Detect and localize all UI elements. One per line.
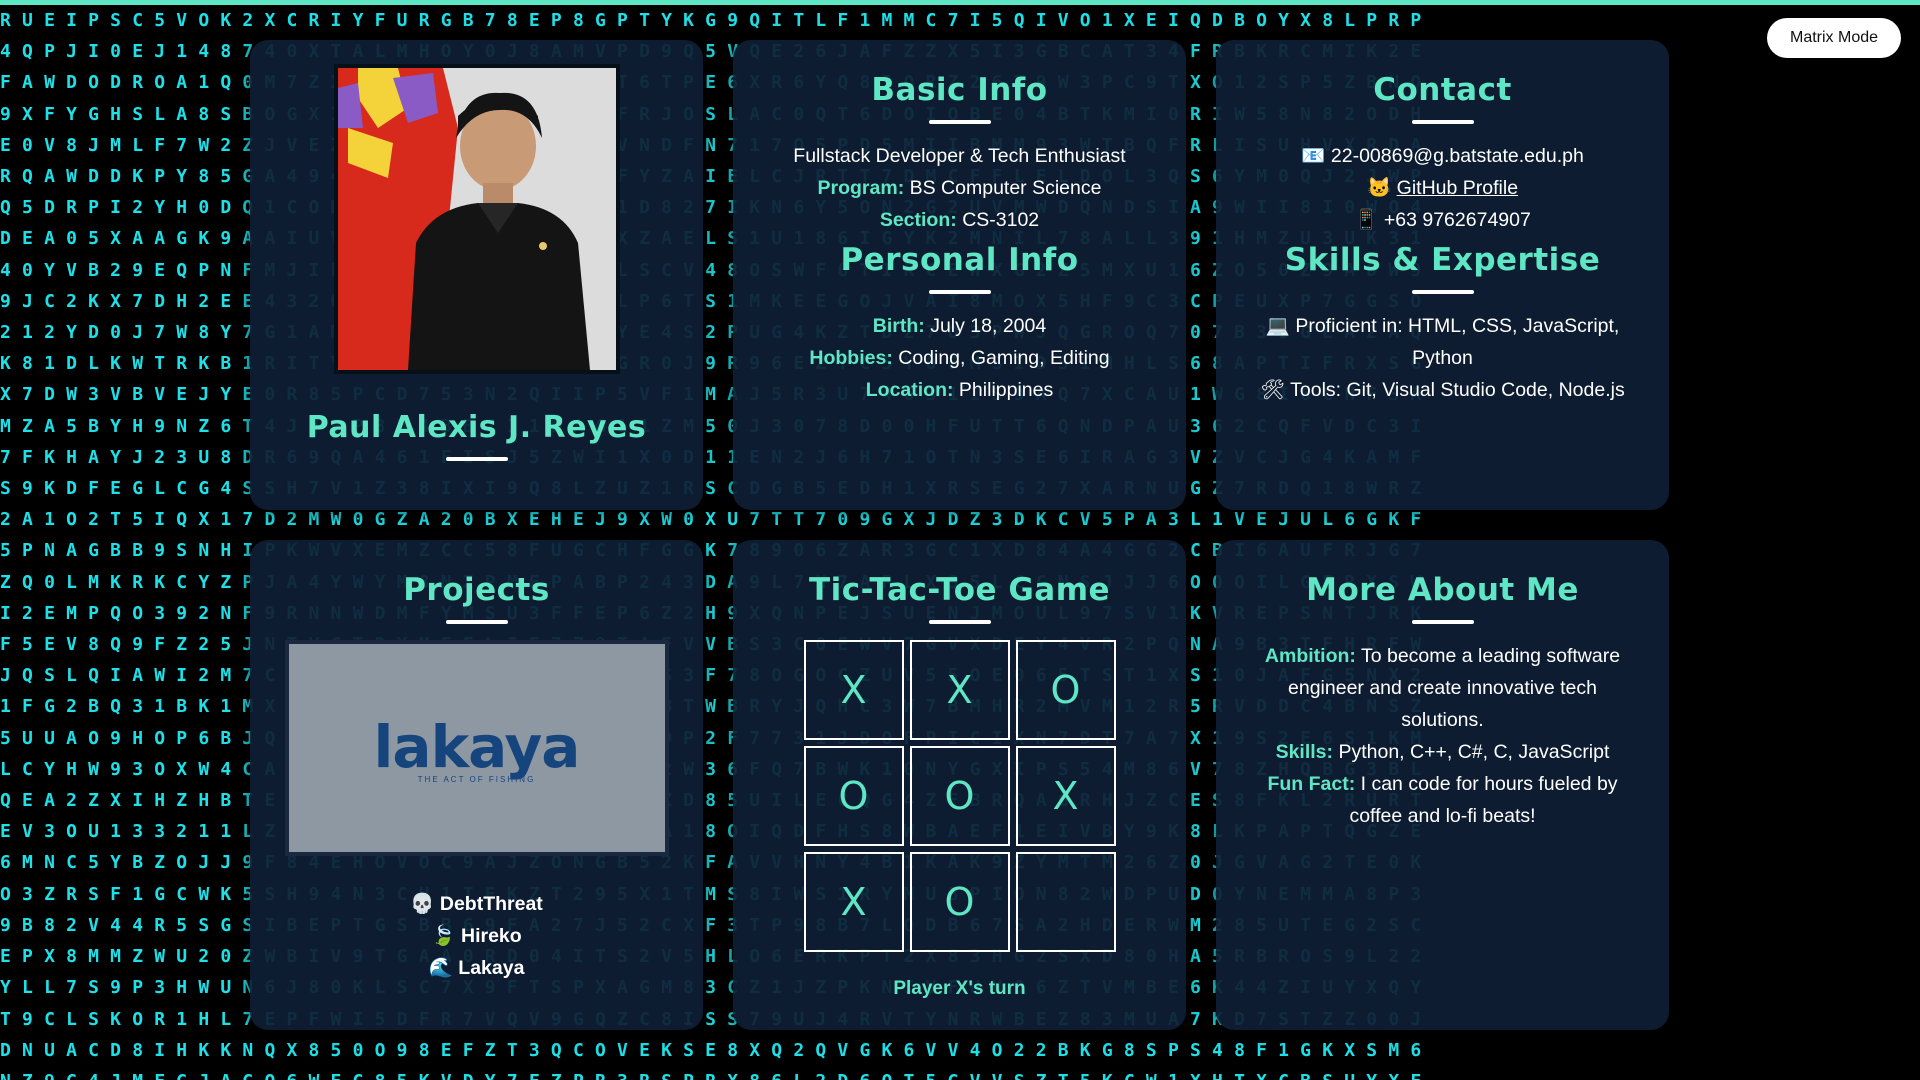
lakaya-logo: lakaya: [373, 712, 581, 781]
skills-label: Skills:: [1275, 741, 1334, 763]
leaf-icon: 🍃: [431, 925, 456, 947]
email-row: 📧 22-00869@g.batstate.edu.ph: [1216, 140, 1669, 172]
board-cell[interactable]: X: [803, 640, 904, 740]
contact-card: Contact 📧 22-00869@g.batstate.edu.ph 🐱 G…: [1216, 40, 1669, 510]
profile-photo-illustration: [337, 68, 616, 370]
board-cell[interactable]: X: [909, 640, 1010, 740]
heading-underline: [1411, 120, 1474, 124]
more-about-card: More About Me Ambition: To become a lead…: [1216, 540, 1669, 1030]
section-value: CS-3102: [962, 209, 1040, 231]
project-item-debtthreat[interactable]: 💀 DebtThreat: [250, 888, 703, 920]
projects-card: Projects lakaya THE ACT OF FISHING 💀 Deb…: [250, 540, 703, 1030]
project-label: DebtThreat: [439, 893, 543, 915]
project-label: Lakaya: [458, 957, 525, 979]
board-cell[interactable]: O: [909, 852, 1010, 952]
skills-title: Skills & Expertise: [1284, 242, 1601, 278]
matrix-mode-button[interactable]: Matrix Mode: [1767, 18, 1901, 58]
birth-row: Birth: July 18, 2004: [733, 310, 1186, 342]
section-label: Section:: [879, 209, 957, 231]
project-item-lakaya[interactable]: 🌊 Lakaya: [250, 952, 703, 984]
skills-text: Python, C++, C#, C, JavaScript: [1338, 741, 1610, 763]
phone-row: 📱 +63 9762674907: [1216, 204, 1669, 236]
ambition-text: To become a leading software: [1360, 645, 1621, 667]
profile-name: Paul Alexis J. Reyes: [306, 410, 647, 445]
wave-icon: 🌊: [428, 957, 453, 979]
fun-fact-row-cont: coffee and lo-fi beats!: [1349, 805, 1536, 827]
laptop-icon: 💻: [1265, 315, 1290, 337]
profile-card: Paul Alexis J. Reyes: [250, 40, 703, 510]
skills-row: Skills: Python, C++, C#, C, JavaScript: [1216, 736, 1669, 768]
board-cell[interactable]: X: [803, 852, 904, 952]
birth-label: Birth:: [872, 315, 925, 337]
game-title: Tic-Tac-Toe Game: [808, 572, 1111, 608]
birth-value: July 18, 2004: [930, 315, 1047, 337]
ambition-label: Ambition:: [1264, 645, 1356, 667]
projects-title: Projects: [403, 572, 550, 608]
tagline: Fullstack Developer & Tech Enthusiast: [793, 145, 1126, 167]
cards-grid: Paul Alexis J. Reyes Basic Info Fullstac…: [250, 40, 1670, 1030]
profile-photo: [333, 64, 620, 374]
ambition-row-cont: engineer and create innovative tech: [1288, 677, 1597, 699]
phone-icon: 📱: [1354, 209, 1379, 231]
heading-underline: [445, 620, 508, 624]
project-item-hireko[interactable]: 🍃 Hireko: [250, 920, 703, 952]
project-list: 💀 DebtThreat 🍃 Hireko 🌊 Lakaya: [250, 888, 703, 984]
heading-underline: [445, 457, 508, 461]
section-row: Section: CS-3102: [733, 204, 1186, 236]
basic-info-card: Basic Info Fullstack Developer & Tech En…: [733, 40, 1186, 510]
github-profile-link[interactable]: GitHub Profile: [1397, 177, 1518, 199]
tic-tac-toe-card: Tic-Tac-Toe Game X X O O O X X O Player …: [733, 540, 1186, 1030]
heading-underline: [1411, 620, 1474, 624]
board-cell[interactable]: [1015, 852, 1116, 952]
proficient-row-cont: Python: [1412, 347, 1473, 369]
fun-fact-row: Fun Fact: I can code for hours fueled by: [1216, 768, 1669, 800]
board-cell[interactable]: O: [803, 746, 904, 846]
cat-icon: 🐱: [1366, 177, 1392, 199]
fun-fact-text: I can code for hours fueled by: [1360, 773, 1618, 795]
location-row: Location: Philippines: [733, 374, 1186, 406]
hobbies-value: Coding, Gaming, Editing: [898, 347, 1110, 369]
tools-text: Tools: Git, Visual Studio Code, Node.js: [1290, 379, 1625, 401]
project-preview-image[interactable]: lakaya THE ACT OF FISHING: [284, 640, 669, 856]
board-cell[interactable]: O: [909, 746, 1010, 846]
email-icon: 📧: [1301, 145, 1326, 167]
heading-underline: [1411, 290, 1474, 294]
hobbies-row: Hobbies: Coding, Gaming, Editing: [733, 342, 1186, 374]
heading-underline: [928, 120, 991, 124]
proficient-text: Proficient in: HTML, CSS, JavaScript,: [1295, 315, 1620, 337]
project-label: Hireko: [461, 925, 522, 947]
tools-row: 🛠 Tools: Git, Visual Studio Code, Node.j…: [1216, 374, 1669, 406]
fun-fact-label: Fun Fact:: [1267, 773, 1356, 795]
github-row: 🐱 GitHub Profile: [1216, 172, 1669, 204]
email-value: 22-00869@g.batstate.edu.ph: [1330, 145, 1584, 167]
board-cell[interactable]: X: [1015, 746, 1116, 846]
proficient-row: 💻 Proficient in: HTML, CSS, JavaScript,: [1216, 310, 1669, 342]
program-label: Program:: [817, 177, 905, 199]
ambition-row-cont: solutions.: [1401, 709, 1484, 731]
lakaya-logo-tagline: THE ACT OF FISHING: [417, 774, 536, 784]
skull-icon: 💀: [410, 893, 435, 915]
game-board: X X O O O X X O: [733, 640, 1186, 952]
heading-underline: [928, 620, 991, 624]
heading-underline: [928, 290, 991, 294]
hobbies-label: Hobbies:: [809, 347, 893, 369]
top-accent-bar: [0, 0, 1920, 5]
board-cell[interactable]: O: [1015, 640, 1116, 740]
location-value: Philippines: [958, 379, 1054, 401]
program-row: Program: BS Computer Science: [733, 172, 1186, 204]
personal-info-title: Personal Info: [840, 242, 1079, 278]
game-status: Player X's turn: [893, 978, 1026, 999]
contact-title: Contact: [1373, 72, 1512, 108]
tools-icon: 🛠: [1260, 379, 1286, 401]
basic-info-title: Basic Info: [871, 72, 1048, 108]
location-label: Location:: [865, 379, 954, 401]
program-value: BS Computer Science: [909, 177, 1102, 199]
ambition-row: Ambition: To become a leading software: [1216, 640, 1669, 672]
more-about-title: More About Me: [1306, 572, 1579, 608]
phone-value: +63 9762674907: [1383, 209, 1531, 231]
